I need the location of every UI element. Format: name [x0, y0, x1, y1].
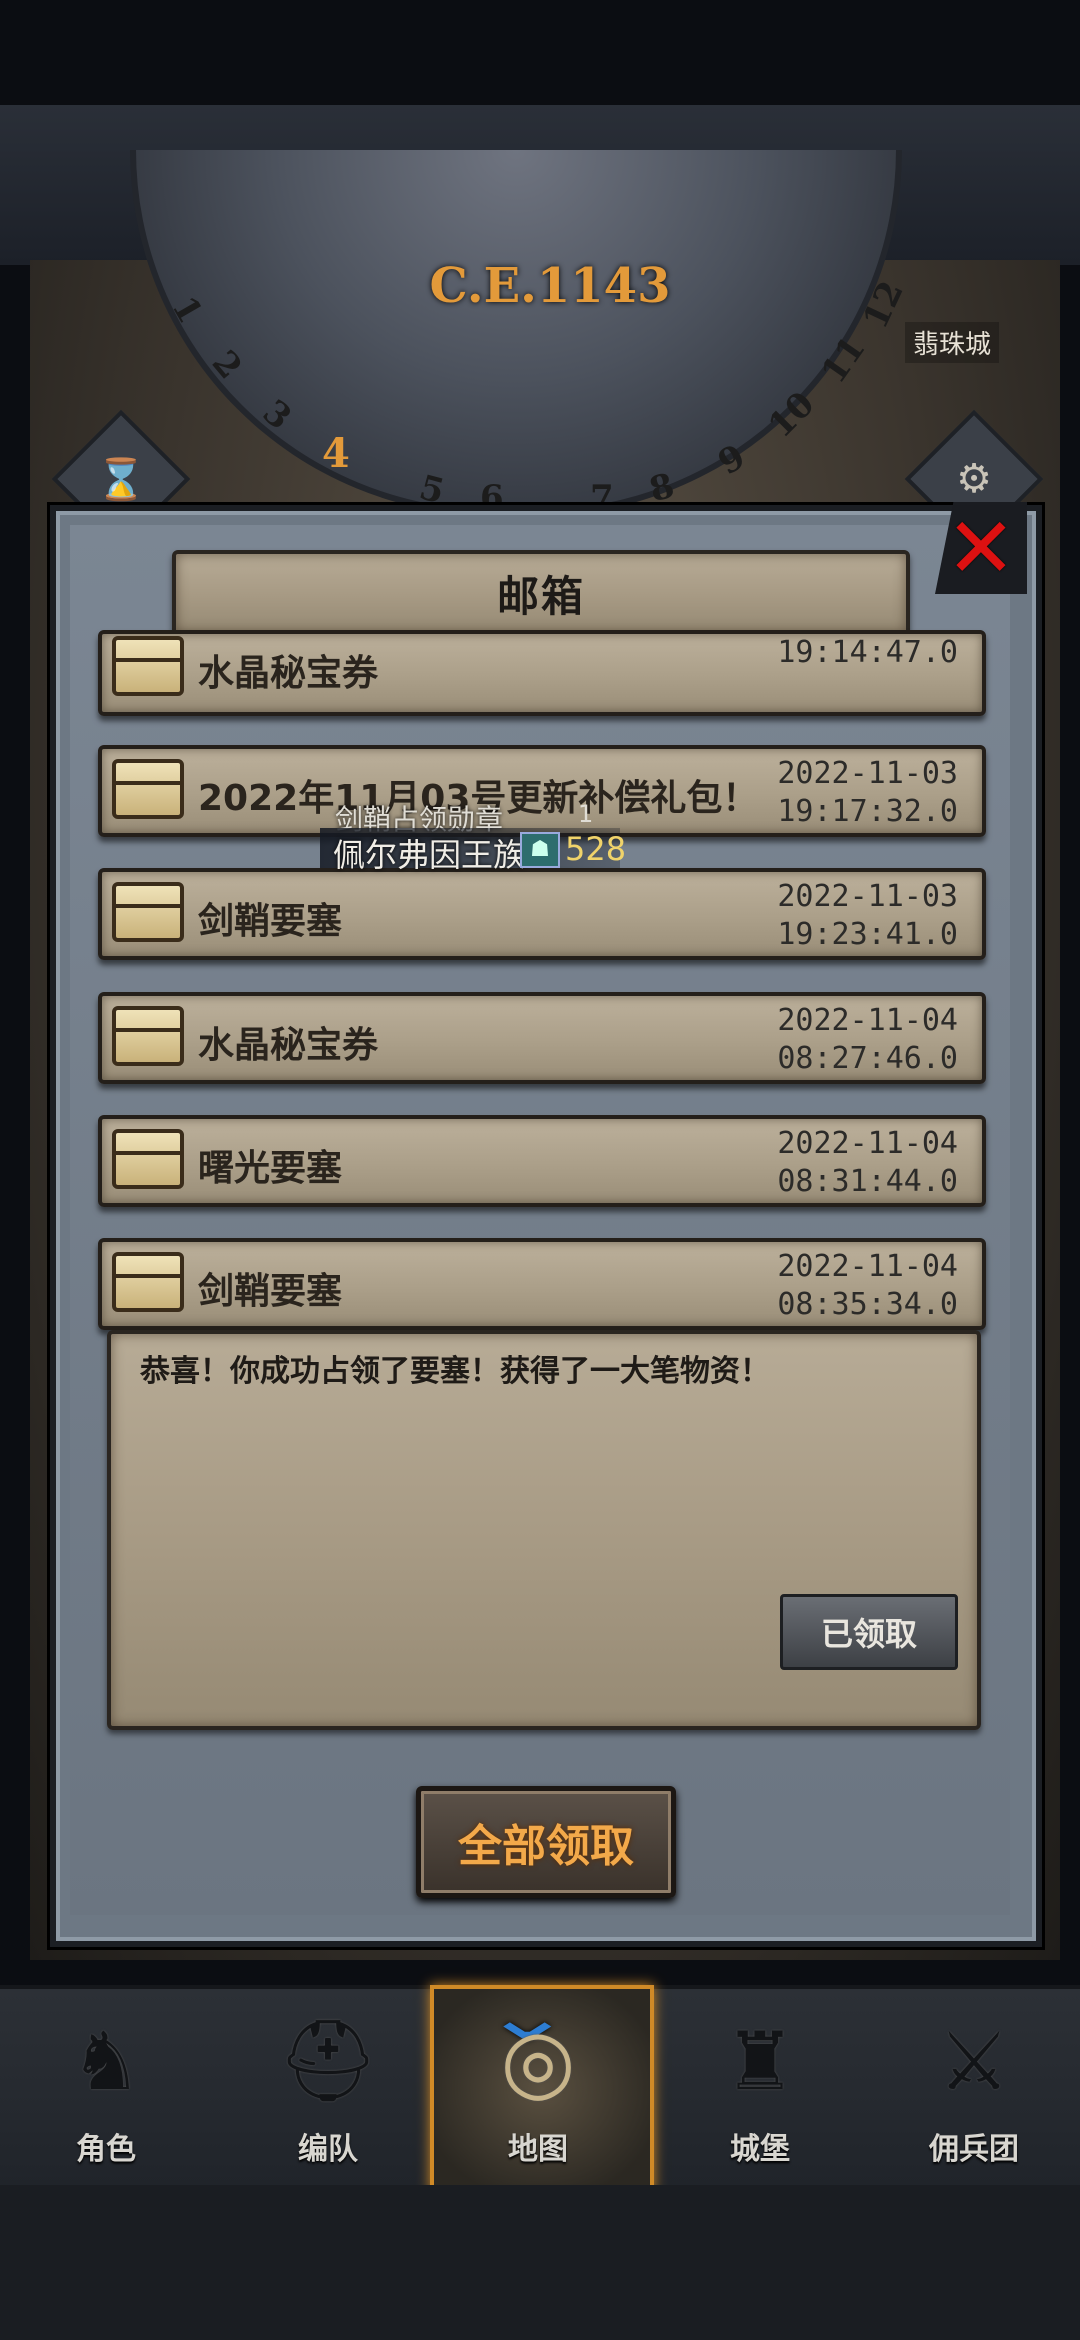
- open-chest-icon: [112, 1129, 184, 1189]
- helmet-icon: ⛑: [277, 2014, 379, 2107]
- nav-label: 佣兵团: [929, 2132, 1019, 2167]
- era-label: C.E.1143: [429, 258, 671, 314]
- mail-timestamp: 19:14:47.0: [777, 635, 958, 670]
- faction-emblem-icon: ☗: [520, 832, 560, 868]
- nav-tab-castle[interactable]: ♜ 城堡: [670, 1995, 850, 2180]
- mail-item[interactable]: 水晶秘宝券 19:14:47.0: [98, 630, 986, 716]
- medal-reward-count: 1: [578, 800, 594, 828]
- globe-map-icon: ◎: [500, 2011, 576, 2111]
- mail-timestamp: 2022-11-03 19:17:32.0: [777, 756, 958, 829]
- faction-name: 佩尔弗因王族: [333, 836, 526, 874]
- chest-icon: [112, 1006, 184, 1066]
- chest-icon: [112, 882, 184, 942]
- mail-timestamp: 2022-11-04 08:35:34.0: [777, 1249, 958, 1322]
- city-label[interactable]: 翡珠城: [905, 322, 1000, 363]
- claimed-button[interactable]: 已领取: [780, 1594, 958, 1670]
- mercenary-icon: ⚔: [938, 2014, 1010, 2108]
- mail-item[interactable]: 2022年11月03号更新补偿礼包！ 2022-11-03 19:17:32.0: [98, 745, 986, 837]
- bottom-safe-area: [0, 2185, 1080, 2340]
- mail-title: 水晶秘宝券: [198, 1025, 379, 1066]
- claim-all-button[interactable]: 全部领取: [416, 1786, 676, 1898]
- close-icon: ✕: [945, 499, 1017, 597]
- nav-label: 地图: [508, 2132, 568, 2167]
- mail-item[interactable]: 曙光要塞 2022-11-04 08:31:44.0: [98, 1115, 986, 1207]
- open-chest-icon: [112, 1252, 184, 1312]
- mail-timestamp: 2022-11-03 19:23:41.0: [777, 879, 958, 952]
- mail-item[interactable]: 剑鞘要塞 2022-11-03 19:23:41.0: [98, 868, 986, 960]
- mailbox-title: 邮箱: [496, 571, 585, 621]
- current-month-number: 4: [322, 430, 350, 477]
- nav-label: 城堡: [730, 2132, 790, 2167]
- mail-title: 曙光要塞: [198, 1148, 343, 1189]
- nav-tab-formation[interactable]: ⛑ 编队: [238, 1995, 418, 2180]
- mail-title: 剑鞘要塞: [198, 1271, 343, 1312]
- mail-item[interactable]: 水晶秘宝券 2022-11-04 08:27:46.0: [98, 992, 986, 1084]
- nav-tab-mercenary[interactable]: ⚔ 佣兵团: [884, 1995, 1064, 2180]
- mailbox-title-bar: 邮箱: [172, 550, 910, 636]
- knight-icon: ♞: [70, 2014, 142, 2108]
- mail-title: 水晶秘宝券: [198, 653, 379, 694]
- nav-label: 编队: [298, 2132, 358, 2167]
- mail-content-box: [107, 1330, 981, 1730]
- mail-timestamp: 2022-11-04 08:27:46.0: [777, 1003, 958, 1076]
- nav-tab-map[interactable]: ◎ 地图: [448, 1995, 628, 2180]
- mail-message: 恭喜！你成功占领了要塞！获得了一大笔物资！: [140, 1354, 770, 1389]
- chest-icon: [112, 759, 184, 819]
- nav-tab-character[interactable]: ♞ 角色: [16, 1995, 196, 2180]
- faction-score: 528: [565, 830, 627, 868]
- mail-timestamp: 2022-11-04 08:31:44.0: [777, 1126, 958, 1199]
- mail-item-selected[interactable]: 剑鞘要塞 2022-11-04 08:35:34.0: [98, 1238, 986, 1330]
- nav-label: 角色: [76, 2132, 136, 2167]
- mail-title: 剑鞘要塞: [198, 901, 343, 942]
- castle-icon: ♜: [724, 2014, 796, 2108]
- chest-icon: [112, 636, 184, 696]
